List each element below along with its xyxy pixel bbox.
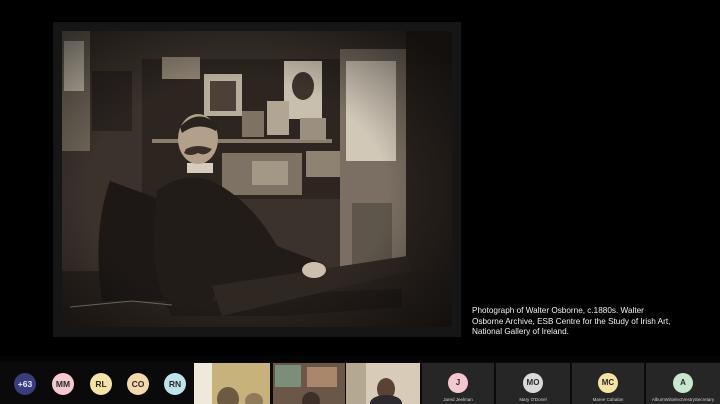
participant-avatar-mm[interactable]: MM: [52, 373, 74, 395]
participant-name: Mary O'Donel: [519, 397, 547, 402]
participant-avatar-mc: MC: [598, 373, 618, 393]
participant-avatar-a: A: [673, 373, 693, 393]
participant-video-2[interactable]: [273, 363, 345, 404]
video-feed-2: [273, 363, 345, 404]
participant-avatar-mo: MO: [523, 373, 543, 393]
participant-name: AlbumWiSelectVestrySecretary: [651, 397, 715, 402]
participant-avatar-rn[interactable]: RN: [164, 373, 186, 395]
participant-tile-a[interactable]: A AlbumWiSelectVestrySecretary: [646, 363, 720, 404]
participant-avatar-co[interactable]: CO: [127, 373, 149, 395]
participant-avatar-rl[interactable]: RL: [90, 373, 112, 395]
participant-name: Maree Cahalan: [592, 397, 624, 402]
photo-caption: Photograph of Walter Osborne, c.1880s. W…: [472, 306, 671, 337]
screen-share-area: Photograph of Walter Osborne, c.1880s. W…: [0, 0, 720, 356]
historical-photograph: [62, 31, 452, 327]
participant-video-1[interactable]: [194, 363, 270, 404]
video-feed-3: [346, 363, 420, 404]
participant-tile-mc[interactable]: MC Maree Cahalan: [572, 363, 644, 404]
photo-image: [62, 31, 452, 327]
participant-video-3[interactable]: [346, 363, 420, 404]
video-feed-1: [194, 363, 270, 404]
participant-avatar-j: J: [448, 373, 468, 393]
participant-name: Jared Jeelman: [443, 397, 473, 402]
participant-tile-mo[interactable]: MO Mary O'Donel: [496, 363, 570, 404]
participant-tile-j[interactable]: J Jared Jeelman: [422, 363, 494, 404]
overflow-participants-badge[interactable]: +63: [14, 373, 36, 395]
